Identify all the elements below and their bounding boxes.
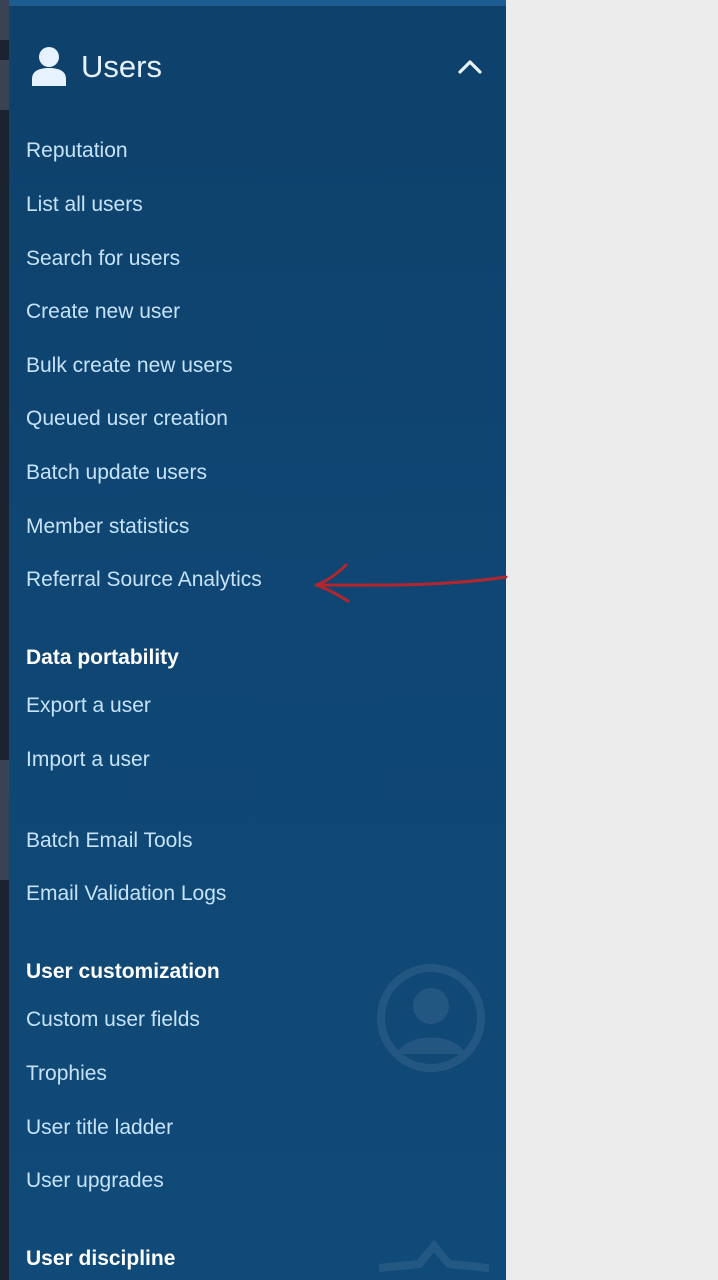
nav-item-create-new-user[interactable]: Create new user: [26, 299, 180, 325]
nav-item-batch-email-tools[interactable]: Batch Email Tools: [26, 828, 193, 854]
nav-item-import-a-user[interactable]: Import a user: [26, 747, 150, 773]
nav-item-export-a-user[interactable]: Export a user: [26, 693, 151, 719]
nav-item-user-title-ladder[interactable]: User title ladder: [26, 1115, 173, 1141]
nav-item-user-upgrades[interactable]: User upgrades: [26, 1168, 164, 1194]
nav-item-referral-source-analytics[interactable]: Referral Source Analytics: [26, 567, 262, 593]
page: Users Reputation List all users Search f…: [0, 0, 718, 1280]
background-window-edge: [0, 0, 9, 1280]
admin-sidebar-panel: Users Reputation List all users Search f…: [9, 0, 506, 1280]
edge-fragment: [0, 0, 9, 40]
users-section-title: Users: [81, 49, 162, 84]
nav-item-batch-update-users[interactable]: Batch update users: [26, 460, 207, 486]
chevron-up-icon[interactable]: [457, 56, 483, 76]
user-icon: [32, 47, 66, 86]
nav-item-list-all-users[interactable]: List all users: [26, 192, 143, 218]
nav-item-search-for-users[interactable]: Search for users: [26, 246, 180, 272]
edge-fragment: [0, 60, 9, 110]
nav-item-reputation[interactable]: Reputation: [26, 138, 128, 164]
watermark-user-icon: [377, 964, 485, 1072]
users-section-header[interactable]: Users: [9, 30, 506, 104]
watermark-decoration-icon: [379, 1240, 489, 1272]
panel-top-bar: [9, 0, 506, 6]
section-heading-user-customization: User customization: [26, 960, 220, 983]
nav-item-email-validation-logs[interactable]: Email Validation Logs: [26, 881, 226, 907]
nav-item-custom-user-fields[interactable]: Custom user fields: [26, 1007, 200, 1033]
nav-item-bulk-create-new-users[interactable]: Bulk create new users: [26, 353, 233, 379]
nav-item-member-statistics[interactable]: Member statistics: [26, 514, 189, 540]
annotation-arrow-icon: [314, 563, 508, 603]
section-heading-user-discipline: User discipline: [26, 1247, 176, 1270]
nav-item-trophies[interactable]: Trophies: [26, 1061, 107, 1087]
edge-fragment: [0, 760, 9, 880]
section-heading-data-portability: Data portability: [26, 646, 179, 669]
nav-item-queued-user-creation[interactable]: Queued user creation: [26, 406, 228, 432]
